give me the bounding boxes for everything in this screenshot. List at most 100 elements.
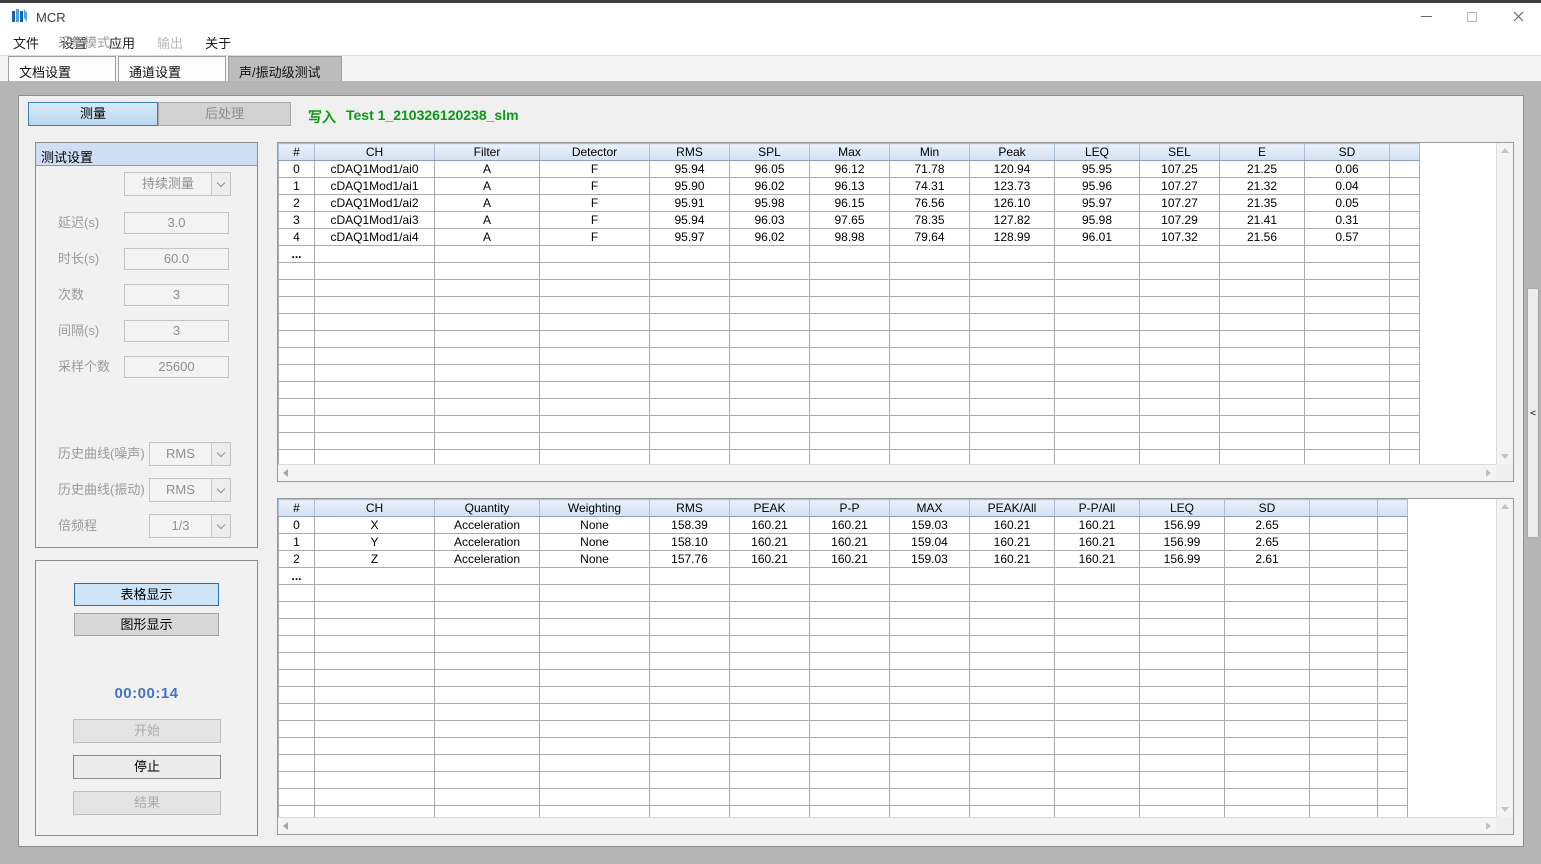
empty-row[interactable] bbox=[279, 348, 1420, 365]
empty-row[interactable] bbox=[279, 331, 1420, 348]
acquisition-mode-dropdown[interactable]: 持续测量 bbox=[124, 172, 231, 196]
table-row[interactable]: 2ZAccelerationNone157.76160.21160.21159.… bbox=[279, 551, 1408, 568]
ellipsis-row[interactable]: ... bbox=[279, 246, 1420, 263]
empty-row[interactable] bbox=[279, 585, 1408, 602]
empty-row[interactable] bbox=[279, 365, 1420, 382]
chevron-down-icon[interactable] bbox=[211, 173, 230, 195]
tab-sound-vibration-test[interactable]: 声/振动级测试 bbox=[228, 56, 342, 82]
chevron-down-icon[interactable] bbox=[211, 515, 230, 537]
table-cell: 128.99 bbox=[970, 229, 1055, 246]
table-cell bbox=[279, 806, 315, 818]
empty-row[interactable] bbox=[279, 704, 1408, 721]
scroll-up-icon[interactable] bbox=[1501, 148, 1509, 153]
table-row[interactable]: 2cDAQ1Mod1/ai2AF95.9195.9896.1576.56126.… bbox=[279, 195, 1420, 212]
scroll-right-icon[interactable] bbox=[1486, 469, 1491, 477]
chevron-down-icon[interactable] bbox=[211, 443, 230, 465]
table-cell bbox=[730, 314, 810, 331]
graph-display-button[interactable]: 图形显示 bbox=[74, 613, 219, 636]
empty-row[interactable] bbox=[279, 416, 1420, 433]
column-header: P-P bbox=[810, 500, 890, 517]
ellipsis-row[interactable]: ... bbox=[279, 568, 1408, 585]
scroll-down-icon[interactable] bbox=[1501, 807, 1509, 812]
table-row[interactable]: 1YAccelerationNone158.10160.21160.21159.… bbox=[279, 534, 1408, 551]
scroll-left-icon[interactable] bbox=[283, 822, 288, 830]
empty-row[interactable] bbox=[279, 687, 1408, 704]
empty-row[interactable] bbox=[279, 280, 1420, 297]
horizontal-scrollbar[interactable] bbox=[278, 464, 1496, 481]
scroll-left-icon[interactable] bbox=[283, 469, 288, 477]
table-row[interactable]: 3cDAQ1Mod1/ai3AF95.9496.0397.6578.35127.… bbox=[279, 212, 1420, 229]
duration-input[interactable]: 60.0 bbox=[124, 248, 229, 270]
table-cell bbox=[730, 806, 810, 818]
stop-button[interactable]: 停止 bbox=[73, 755, 221, 779]
table-cell bbox=[650, 280, 730, 297]
vertical-scrollbar[interactable] bbox=[1496, 143, 1513, 464]
empty-row[interactable] bbox=[279, 636, 1408, 653]
minimize-icon[interactable] bbox=[1403, 3, 1449, 30]
empty-row[interactable] bbox=[279, 755, 1408, 772]
history-curve-vibration-dropdown[interactable]: RMS bbox=[149, 478, 231, 502]
empty-row[interactable] bbox=[279, 670, 1408, 687]
table-cell bbox=[1390, 263, 1420, 280]
menu-about[interactable]: 关于 bbox=[194, 29, 242, 56]
empty-row[interactable] bbox=[279, 772, 1408, 789]
empty-row[interactable] bbox=[279, 789, 1408, 806]
scroll-right-icon[interactable] bbox=[1486, 822, 1491, 830]
column-header: P-P/All bbox=[1055, 500, 1140, 517]
empty-row[interactable] bbox=[279, 738, 1408, 755]
octave-dropdown[interactable]: 1/3 bbox=[149, 514, 231, 538]
close-icon[interactable] bbox=[1495, 3, 1541, 30]
count-input[interactable]: 3 bbox=[124, 284, 229, 306]
table-cell bbox=[1390, 365, 1420, 382]
empty-row[interactable] bbox=[279, 653, 1408, 670]
empty-row[interactable] bbox=[279, 297, 1420, 314]
table-cell bbox=[435, 399, 540, 416]
table-cell bbox=[435, 789, 540, 806]
interval-input[interactable]: 3 bbox=[124, 320, 229, 342]
sample-count-input[interactable]: 25600 bbox=[124, 356, 229, 378]
delay-input[interactable]: 3.0 bbox=[124, 212, 229, 234]
tab-channel-settings[interactable]: 通道设置 bbox=[118, 56, 226, 82]
menu-file[interactable]: 文件 bbox=[2, 29, 50, 56]
history-curve-vibration-value: RMS bbox=[150, 479, 211, 501]
table-cell bbox=[810, 280, 890, 297]
history-curve-noise-dropdown[interactable]: RMS bbox=[149, 442, 231, 466]
collapse-panel-splitter[interactable] bbox=[1527, 288, 1539, 538]
main-panel: 测量 后处理 写入 Test 1_210326120238_slm 测试设置 采… bbox=[18, 95, 1524, 847]
menu-output: 输出 bbox=[146, 29, 194, 56]
column-header: Detector bbox=[540, 144, 650, 161]
table-cell bbox=[810, 789, 890, 806]
table-cell bbox=[1220, 382, 1305, 399]
maximize-icon[interactable] bbox=[1449, 3, 1495, 30]
table-row[interactable]: 4cDAQ1Mod1/ai4AF95.9796.0298.9879.64128.… bbox=[279, 229, 1420, 246]
table-cell bbox=[1140, 789, 1225, 806]
chevron-down-icon[interactable] bbox=[211, 479, 230, 501]
empty-row[interactable] bbox=[279, 399, 1420, 416]
empty-row[interactable] bbox=[279, 721, 1408, 738]
table-cell bbox=[1055, 297, 1140, 314]
empty-row[interactable] bbox=[279, 382, 1420, 399]
table-cell bbox=[650, 619, 730, 636]
horizontal-scrollbar[interactable] bbox=[278, 817, 1496, 834]
tab-document-settings[interactable]: 文档设置 bbox=[8, 56, 116, 82]
table-row[interactable]: 1cDAQ1Mod1/ai1AF95.9096.0296.1374.31123.… bbox=[279, 178, 1420, 195]
table-display-button[interactable]: 表格显示 bbox=[74, 583, 219, 606]
table-cell bbox=[1310, 772, 1378, 789]
measure-mode-button[interactable]: 测量 bbox=[28, 102, 158, 126]
table-row[interactable]: 0cDAQ1Mod1/ai0AF95.9496.0596.1271.78120.… bbox=[279, 161, 1420, 178]
vertical-scrollbar[interactable] bbox=[1496, 499, 1513, 817]
table-cell bbox=[1140, 331, 1220, 348]
scroll-down-icon[interactable] bbox=[1501, 454, 1509, 459]
empty-row[interactable] bbox=[279, 806, 1408, 818]
empty-row[interactable] bbox=[279, 433, 1420, 450]
empty-row[interactable] bbox=[279, 619, 1408, 636]
table-cell bbox=[650, 755, 730, 772]
table-cell bbox=[970, 772, 1055, 789]
empty-row[interactable] bbox=[279, 450, 1420, 465]
table-cell: 3 bbox=[279, 212, 315, 229]
scroll-up-icon[interactable] bbox=[1501, 504, 1509, 509]
empty-row[interactable] bbox=[279, 263, 1420, 280]
empty-row[interactable] bbox=[279, 602, 1408, 619]
table-row[interactable]: 0XAccelerationNone158.39160.21160.21159.… bbox=[279, 517, 1408, 534]
empty-row[interactable] bbox=[279, 314, 1420, 331]
